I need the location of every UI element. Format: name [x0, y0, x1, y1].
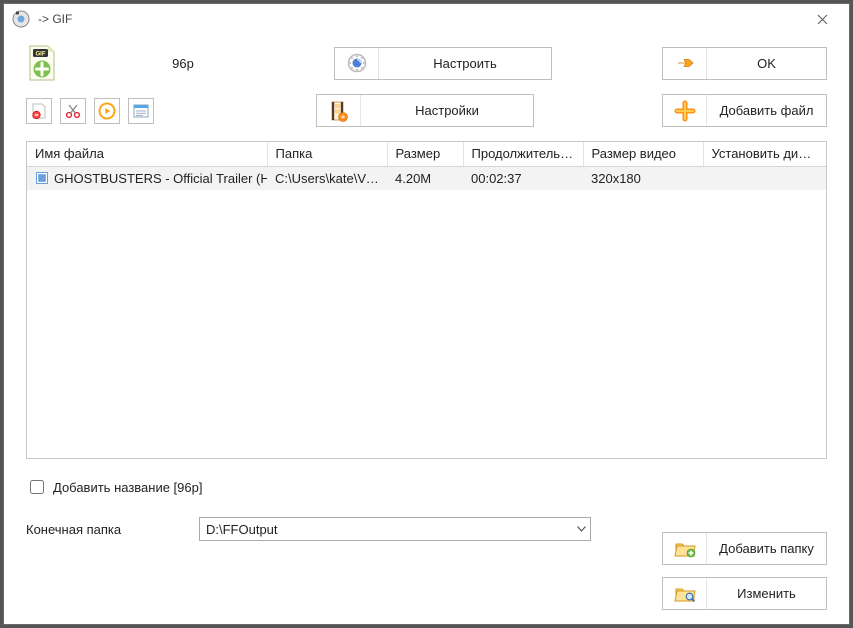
close-button[interactable]	[803, 4, 841, 34]
col-folder[interactable]: Папка	[267, 142, 387, 166]
delete-file-button[interactable]	[26, 98, 52, 124]
scissors-icon	[65, 103, 81, 119]
table-header-row: Имя файла Папка Размер Продолжительность…	[27, 142, 826, 166]
settings-button[interactable]: Настройки	[316, 94, 534, 127]
play-button[interactable]	[94, 98, 120, 124]
settings-label: Настройки	[361, 103, 533, 118]
file-table: Имя файла Папка Размер Продолжительность…	[26, 141, 827, 459]
cell-video-size: 320x180	[583, 166, 703, 190]
add-folder-label: Добавить папку	[707, 541, 826, 556]
svg-text:GIF: GIF	[36, 51, 46, 57]
details-icon	[133, 103, 149, 119]
change-folder-label: Изменить	[707, 586, 826, 601]
col-filename[interactable]: Имя файла	[27, 142, 267, 166]
cell-size: 4.20M	[387, 166, 463, 190]
dest-folder-combo[interactable]: D:\FFOutput	[199, 517, 591, 541]
cell-filename: GHOSTBUSTERS - Official Trailer (HD).3gp	[54, 171, 267, 186]
add-name-checkbox[interactable]	[30, 480, 44, 494]
window-title: -> GIF	[38, 12, 72, 26]
video-file-icon	[35, 171, 49, 185]
dest-folder-value: D:\FFOutput	[206, 522, 278, 537]
cell-folder: C:\Users\kate\Videos	[267, 166, 387, 190]
folder-add-icon	[674, 540, 696, 558]
configure-button[interactable]: Настроить	[334, 47, 552, 80]
cell-duration: 00:02:37	[463, 166, 583, 190]
col-set-range[interactable]: Установить диапаз...	[703, 142, 826, 166]
app-window: -> GIF GIF 96p	[3, 3, 850, 625]
change-folder-button[interactable]: Изменить	[662, 577, 827, 610]
add-file-button[interactable]: Добавить файл	[662, 94, 827, 127]
film-settings-icon	[329, 100, 349, 122]
gear-icon	[347, 53, 367, 73]
col-video-size[interactable]: Размер видео	[583, 142, 703, 166]
bitrate-text: 96p	[68, 56, 298, 71]
ok-label: OK	[707, 56, 826, 71]
add-file-label: Добавить файл	[707, 103, 826, 118]
bottom-right-buttons: Добавить папку Изменить	[662, 532, 827, 610]
info-button[interactable]	[128, 98, 154, 124]
play-icon	[98, 102, 116, 120]
cell-set-range	[703, 166, 826, 190]
add-name-label[interactable]: Добавить название [96p]	[53, 480, 202, 495]
ok-button[interactable]: OK	[662, 47, 827, 80]
document-remove-icon	[30, 102, 48, 120]
chevron-down-icon	[577, 523, 586, 535]
arrow-right-icon	[675, 53, 695, 73]
col-duration[interactable]: Продолжительность	[463, 142, 583, 166]
close-icon	[817, 14, 828, 25]
table-row[interactable]: GHOSTBUSTERS - Official Trailer (HD).3gp…	[27, 166, 826, 190]
titlebar: -> GIF	[4, 4, 849, 34]
top-row: GIF 96p	[26, 44, 827, 82]
dest-folder-label: Конечная папка	[26, 522, 181, 537]
app-icon	[12, 10, 30, 28]
plus-icon	[674, 100, 696, 122]
folder-search-icon	[674, 585, 696, 603]
add-folder-button[interactable]: Добавить папку	[662, 532, 827, 565]
toolbar-row: Настройки Добавить файл	[26, 94, 827, 127]
cut-button[interactable]	[60, 98, 86, 124]
col-size[interactable]: Размер	[387, 142, 463, 166]
format-gif-icon[interactable]: GIF	[26, 44, 58, 82]
configure-label: Настроить	[379, 56, 551, 71]
